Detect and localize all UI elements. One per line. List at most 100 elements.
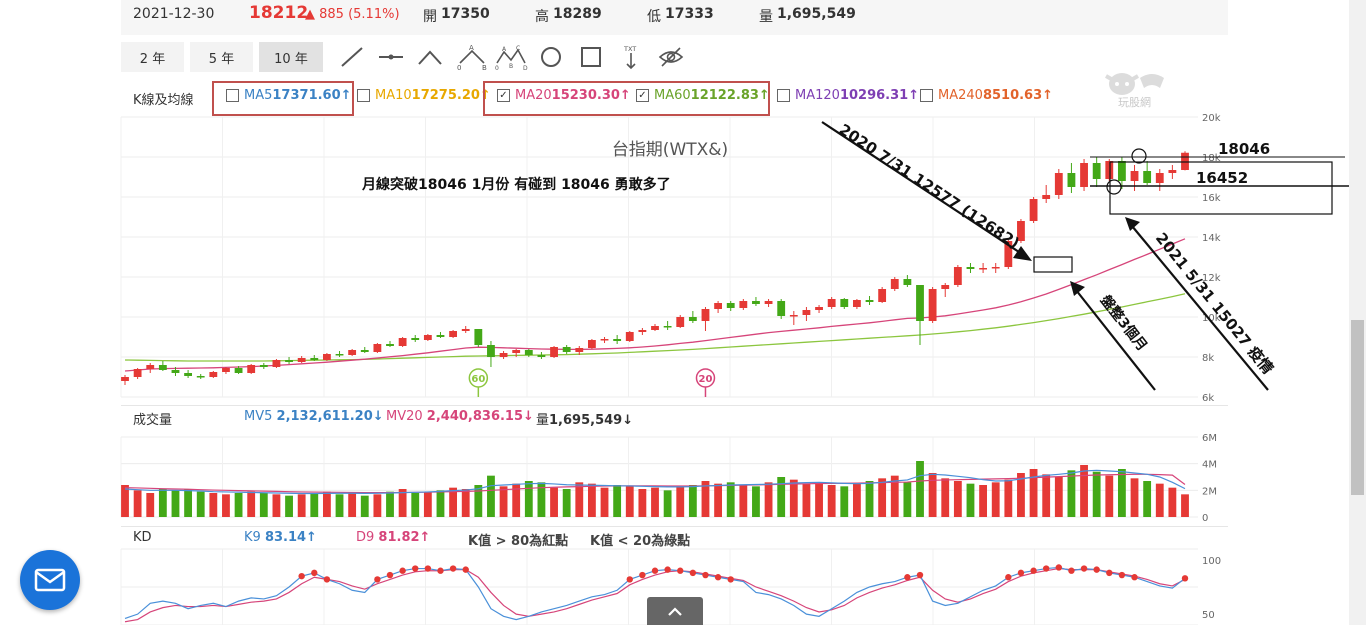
candle-body: [575, 348, 584, 352]
candle-body: [1054, 173, 1063, 195]
volume-bar: [739, 485, 748, 517]
candle-body: [196, 376, 205, 378]
volume-bar: [1155, 483, 1164, 517]
candle-body: [1029, 199, 1038, 221]
volume-bar: [1042, 474, 1051, 517]
candle-body: [928, 289, 937, 321]
candle-body: [966, 267, 975, 269]
candle-body: [1143, 171, 1152, 183]
chevron-up-icon: [668, 607, 682, 616]
volume-bar: [146, 493, 155, 517]
volume-bar: [373, 494, 382, 517]
ma-markers: 60 20: [468, 368, 716, 397]
k9-indicator: K9 83.14↑: [244, 530, 317, 545]
candle-body: [1130, 171, 1139, 181]
candle-body: [297, 358, 306, 362]
candle-body: [789, 315, 798, 317]
candle-body: [398, 338, 407, 346]
candle-body: [991, 267, 1000, 269]
volume-bar: [1105, 475, 1114, 517]
annotation-level-high: 18046: [1218, 140, 1270, 158]
arrow-2021-line: [1131, 225, 1269, 391]
volume-bar: [764, 482, 773, 517]
candle-body: [146, 365, 155, 369]
volume-bar: [638, 489, 647, 517]
candle-body: [285, 360, 293, 362]
candle-body: [878, 289, 887, 302]
kd-red-dot: [412, 565, 419, 572]
candle-body: [764, 301, 773, 304]
arrow-2021-head: [1125, 217, 1140, 231]
volume-bar: [991, 482, 1000, 517]
kd-red-dot: [1055, 564, 1063, 571]
mv20-value: 2,440,836.15↓: [426, 409, 534, 424]
candle-body: [953, 267, 962, 285]
candle-body: [890, 279, 899, 289]
candle-body: [386, 344, 394, 346]
volume-bar: [852, 483, 861, 517]
candle-body: [1080, 163, 1088, 187]
candle-body: [1181, 152, 1189, 170]
panel-divider-volume: [121, 405, 1228, 406]
volume-bar: [411, 493, 420, 517]
volume-bar: [865, 481, 874, 517]
candle-body: [449, 331, 458, 337]
candle-body: [600, 339, 609, 341]
volume-bar: [1080, 465, 1088, 517]
candle-body: [234, 368, 243, 373]
volume-bar: [714, 483, 723, 517]
y-tick-label: 4M: [1202, 460, 1217, 471]
candle-body: [524, 350, 533, 355]
candle-body: [865, 300, 874, 302]
candle-body: [752, 301, 760, 304]
volume-bar: [625, 486, 634, 517]
kd-red-dot: [1181, 575, 1189, 582]
volume-bar: [802, 483, 811, 517]
kd-red-dot: [626, 576, 633, 583]
volume-bar: [676, 486, 685, 517]
candle-body: [222, 368, 230, 372]
page-scrollbar[interactable]: [1349, 0, 1366, 625]
kd-note-red: K值 > 80為紅點: [468, 534, 569, 549]
y-tick-label: 14k: [1202, 233, 1221, 244]
kd-red-dot: [651, 567, 659, 574]
kd-red-dot: [1017, 569, 1025, 577]
candle-body: [411, 338, 420, 340]
volume-bar: [272, 494, 281, 517]
ma-marker-label: 20: [699, 374, 713, 385]
y-tick-label: 100: [1202, 556, 1221, 567]
volume-bar: [1143, 481, 1152, 517]
scroll-top-button[interactable]: [647, 597, 703, 625]
volume-indicator: 量1,695,549↓: [536, 409, 633, 428]
candle-body: [562, 347, 571, 352]
y-tick-label: 2M: [1202, 486, 1217, 497]
y-tick-label: 6M: [1202, 433, 1217, 444]
kd-red-dot: [311, 569, 318, 577]
candle-body: [184, 373, 193, 376]
mv5-value: 2,132,611.20↓: [276, 409, 384, 424]
candle-body: [676, 317, 685, 327]
volume-bar: [600, 487, 609, 517]
candle-body: [259, 365, 268, 367]
scrollbar-thumb[interactable]: [1351, 320, 1364, 495]
candle-body: [537, 355, 546, 357]
candle-body: [663, 326, 672, 328]
kd-red-dot: [1106, 569, 1113, 577]
volume-bar: [1067, 470, 1076, 517]
touch-circle-low: [1106, 179, 1122, 195]
volume-bar: [651, 487, 659, 517]
contact-mail-button[interactable]: [20, 550, 80, 610]
volume-bars: [121, 461, 1189, 517]
candle-body: [348, 350, 357, 355]
kd-red-dot: [904, 574, 911, 581]
consolidation-box: [1033, 256, 1073, 273]
y-tick-label: 8k: [1202, 353, 1214, 364]
volume-bar: [966, 483, 975, 517]
candle-body: [512, 350, 521, 353]
mv20-indicator: MV20 2,440,836.15↓: [386, 409, 534, 424]
y-tick-label: 16k: [1202, 193, 1221, 204]
candle-body: [979, 268, 988, 270]
k9-value: 83.14↑: [264, 530, 317, 545]
volume-bar: [348, 493, 357, 517]
volume-bar: [297, 494, 306, 517]
